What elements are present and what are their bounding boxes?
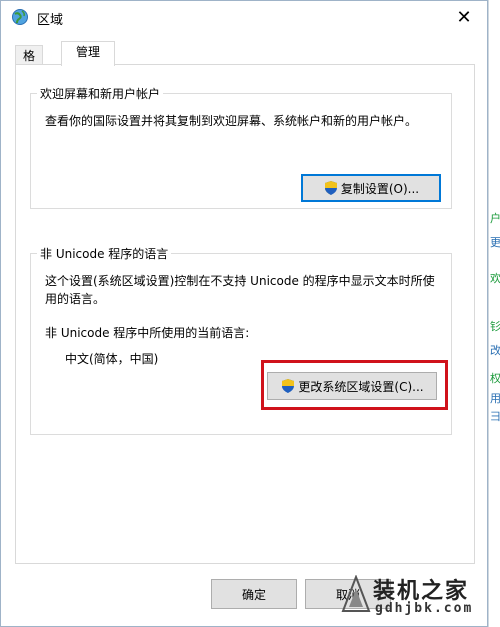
close-icon: ✕ — [456, 6, 472, 28]
close-button[interactable]: ✕ — [441, 1, 487, 33]
watermark: 装机之家 gdhjbk.com — [341, 571, 491, 625]
tab-administrative[interactable]: 管理 — [61, 41, 115, 66]
backdrop-char: 权 — [490, 372, 500, 385]
region-dialog: 区域 ✕ 格式 管理 欢迎屏幕和新用户帐户 查看你的国际设置并将其复制到欢迎屏幕… — [0, 0, 488, 627]
backdrop-char: 更 — [490, 236, 500, 249]
uac-shield-icon — [324, 181, 337, 195]
watermark-logo-icon — [341, 575, 371, 612]
group-title-non-unicode: 非 Unicode 程序的语言 — [37, 245, 172, 262]
backdrop-char: 彐 — [490, 410, 500, 423]
welcome-screen-group: 欢迎屏幕和新用户帐户 查看你的国际设置并将其复制到欢迎屏幕、系统帐户和新的用户帐… — [30, 85, 452, 209]
backdrop-char: 改 — [490, 344, 500, 357]
highlight-box — [261, 360, 448, 410]
tab-panel-administrative: 欢迎屏幕和新用户帐户 查看你的国际设置并将其复制到欢迎屏幕、系统帐户和新的用户帐… — [15, 64, 475, 564]
non-unicode-description-line1: 这个设置(系统区域设置)控制在不支持 Unicode 的程序中显示文本时所使 — [45, 274, 435, 288]
copy-settings-button[interactable]: 复制设置(O)... — [301, 174, 441, 202]
title-bar: 区域 ✕ — [1, 1, 487, 33]
ok-button[interactable]: 确定 — [211, 579, 297, 609]
current-language-value: 中文(简体，中国) — [65, 352, 159, 366]
window-title: 区域 — [37, 13, 64, 28]
backdrop-char: 用 — [490, 392, 500, 405]
backdrop-char: 钐 — [490, 320, 500, 333]
non-unicode-description-line2: 用的语言。 — [45, 292, 106, 306]
copy-settings-label: 复制设置(O)... — [340, 181, 420, 196]
watermark-url: gdhjbk.com — [375, 601, 474, 616]
tab-formats[interactable]: 格式 — [15, 45, 44, 83]
background-window-edge — [488, 0, 500, 627]
welcome-description: 查看你的国际设置并将其复制到欢迎屏幕、系统帐户和新的用户帐户。 — [45, 114, 418, 128]
globe-icon — [12, 9, 28, 25]
current-language-label: 非 Unicode 程序中所使用的当前语言: — [45, 326, 250, 340]
backdrop-char: 欢 — [490, 272, 500, 285]
group-title-welcome: 欢迎屏幕和新用户帐户 — [37, 85, 164, 102]
backdrop-char: 户 — [490, 212, 500, 225]
